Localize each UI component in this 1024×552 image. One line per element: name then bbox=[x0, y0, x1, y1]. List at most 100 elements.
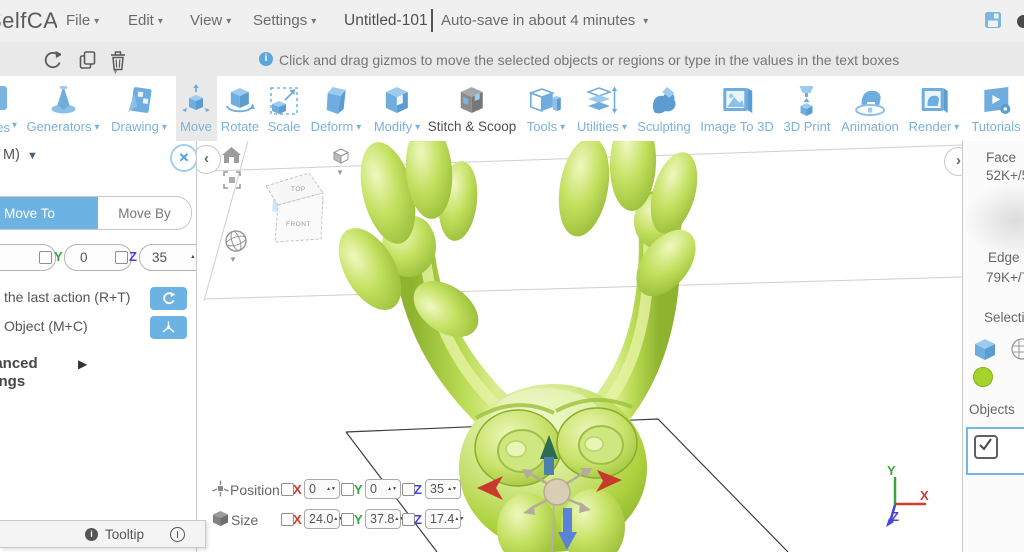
tooltip-bar[interactable]: i Tooltip bbox=[0, 520, 206, 548]
tutorials-icon bbox=[984, 87, 1010, 114]
camera-cube-icon[interactable] bbox=[333, 148, 349, 164]
tab-move-to[interactable]: Move To bbox=[0, 197, 98, 229]
size-y-checkbox[interactable] bbox=[341, 513, 354, 526]
size-z-input[interactable]: 17.4 ▲▼ bbox=[425, 509, 464, 529]
tooltip-toggle-icon[interactable] bbox=[170, 527, 185, 542]
menu-file[interactable]: File ▾ bbox=[66, 12, 99, 29]
z-axis-tag: Z bbox=[414, 512, 422, 527]
size-y-input[interactable]: 37.8 ▲▼ bbox=[365, 509, 404, 529]
shapes-icon[interactable] bbox=[0, 86, 7, 110]
fit-view-icon[interactable] bbox=[223, 171, 241, 189]
move-y-checkbox[interactable] bbox=[39, 251, 52, 264]
position-y-input[interactable]: 0 ▲▼ bbox=[365, 479, 401, 499]
caret-down-icon[interactable]: ▼ bbox=[112, 69, 119, 76]
caret-down-icon[interactable]: ▼ bbox=[229, 255, 237, 264]
tooltip-label: Tooltip bbox=[105, 526, 145, 542]
stepper-icon[interactable]: ▲▼ bbox=[387, 487, 397, 492]
toolbar-item-stitch-scoop[interactable]: Stitch & Scoop bbox=[428, 76, 516, 134]
position-z-input[interactable]: 35 ▲▼ bbox=[425, 479, 461, 499]
app-logo[interactable]: SelfCAD bbox=[0, 8, 57, 34]
center-object-button[interactable] bbox=[150, 316, 187, 339]
panel-title: M) bbox=[3, 147, 20, 163]
menu-settings[interactable]: Settings ▾ bbox=[253, 12, 316, 29]
caret-down-icon: ▾ bbox=[161, 122, 167, 133]
render-icon bbox=[921, 88, 948, 113]
toolbar-item-drawing[interactable]: Drawing ▾ bbox=[111, 76, 167, 135]
menu-edit[interactable]: Edit ▾ bbox=[128, 12, 163, 29]
repeat-action-button[interactable] bbox=[150, 287, 187, 310]
close-panel-button[interactable]: ✕ bbox=[170, 144, 196, 172]
move-z-input[interactable]: 35▲▼ bbox=[139, 244, 196, 271]
caret-down-icon[interactable]: ▼ bbox=[27, 150, 38, 162]
toolbar-item-sculpting[interactable]: Sculpting bbox=[637, 76, 691, 134]
toolbar-item-rotate[interactable]: Rotate bbox=[221, 76, 259, 134]
view-cube-top-label[interactable]: TOP bbox=[291, 186, 306, 193]
caret-down-icon: ▾ bbox=[621, 122, 627, 133]
orbit-icon[interactable] bbox=[223, 228, 249, 254]
home-view-icon[interactable] bbox=[222, 147, 241, 164]
selfcad-app: SelfCAD File▾ Edit▾ View▾ Settings▾ Unti… bbox=[0, 0, 1024, 552]
toolbar-item-utilities[interactable]: Utilities ▾ bbox=[577, 76, 627, 135]
print-3d-icon bbox=[800, 86, 814, 116]
stepper-icon[interactable]: ▲▼ bbox=[326, 487, 336, 492]
caret-down-icon: ▾ bbox=[356, 122, 362, 133]
caret-down-icon: ▾ bbox=[12, 120, 18, 131]
toolbar-item-deform[interactable]: Deform ▾ bbox=[311, 76, 362, 135]
toolbar-item-tools[interactable]: Tools ▾ bbox=[527, 76, 565, 135]
toolbar-item-tutorials[interactable]: Tutorials bbox=[971, 76, 1021, 134]
size-icon bbox=[213, 511, 228, 526]
toolbar-item-modify[interactable]: Modify ▾ bbox=[374, 76, 420, 135]
position-y-checkbox[interactable] bbox=[341, 483, 354, 496]
menu-view[interactable]: View ▾ bbox=[190, 12, 231, 29]
refresh-icon bbox=[163, 292, 176, 305]
caret-down-icon[interactable]: ▼ bbox=[336, 168, 344, 177]
view-cube[interactable] bbox=[258, 167, 338, 247]
rotate-icon bbox=[226, 88, 255, 113]
mesh-selection-icon[interactable] bbox=[1010, 337, 1024, 361]
action-bar: ▼ i Click and drag gizmos to move the se… bbox=[0, 42, 1024, 77]
redo-icon[interactable] bbox=[41, 49, 61, 71]
copy-icon[interactable] bbox=[76, 49, 96, 71]
axis-y-label: Y bbox=[887, 463, 896, 478]
object-list-item[interactable] bbox=[966, 427, 1024, 475]
image-to-3d-icon bbox=[723, 88, 752, 113]
face-label: Face bbox=[986, 150, 1017, 165]
delete-icon[interactable] bbox=[107, 49, 127, 71]
toolbar-item-generators[interactable]: Generators ▾ bbox=[26, 76, 100, 135]
toolbar-item-render[interactable]: Render ▾ bbox=[909, 76, 960, 135]
caret-down-icon: ▾ bbox=[157, 16, 163, 27]
solid-selection-icon[interactable] bbox=[973, 337, 997, 361]
move-icon bbox=[182, 84, 210, 112]
tab-move-by[interactable]: Move By bbox=[98, 197, 191, 229]
account-icon[interactable] bbox=[1017, 15, 1024, 28]
caret-down-icon: ▾ bbox=[954, 122, 960, 133]
axis-z-label: Z bbox=[891, 509, 899, 524]
save-icon[interactable] bbox=[984, 11, 1002, 30]
stepper-icon[interactable]: ▲▼ bbox=[447, 487, 457, 492]
toolbar-item-move[interactable]: Move bbox=[179, 76, 213, 134]
document-title[interactable]: Untitled-101 bbox=[344, 12, 428, 30]
stepper-icon[interactable]: ▲▼ bbox=[454, 517, 464, 522]
toolbar-item-3d-shapes[interactable]: 3D Shapes bbox=[0, 120, 10, 135]
view-cube-front-label[interactable]: FRONT bbox=[286, 221, 311, 228]
autosave-status[interactable]: Auto-save in about 4 minutes ▾ bbox=[441, 12, 648, 29]
toolbar-item-3d-print[interactable]: 3D Print bbox=[784, 76, 830, 134]
caret-down-icon: ▾ bbox=[226, 16, 232, 27]
object-visibility-checkbox[interactable] bbox=[974, 435, 998, 459]
info-icon: i bbox=[85, 527, 98, 541]
size-x-input[interactable]: 24.0 ▲▼ bbox=[304, 509, 343, 529]
caret-right-icon[interactable]: ▶ bbox=[78, 357, 87, 371]
edge-label: Edge bbox=[988, 250, 1020, 265]
viewport-3d[interactable]: ‹ TOP FRONT ▼ ▼ › Y X Z Position X 0 ▲▼ … bbox=[196, 141, 962, 552]
object-color-swatch[interactable] bbox=[973, 367, 993, 387]
axis-x-label: X bbox=[920, 488, 929, 503]
toolbar-item-scale[interactable]: Scale bbox=[267, 76, 301, 134]
toolbar-item-animation[interactable]: Animation bbox=[841, 76, 899, 134]
position-x-input[interactable]: 0 ▲▼ bbox=[304, 479, 340, 499]
sculpting-icon bbox=[652, 87, 676, 114]
toolbar-item-image-to-3d[interactable]: Image To 3D bbox=[700, 76, 774, 134]
stepper-icon[interactable]: ▲▼ bbox=[190, 254, 196, 260]
scale-icon bbox=[270, 87, 298, 115]
move-tool-panel: M) ▼ ✕ Move To Move By 0▲▼ Y 0▲▼ Z 35▲▼ … bbox=[0, 141, 197, 552]
move-z-checkbox[interactable] bbox=[115, 251, 128, 264]
